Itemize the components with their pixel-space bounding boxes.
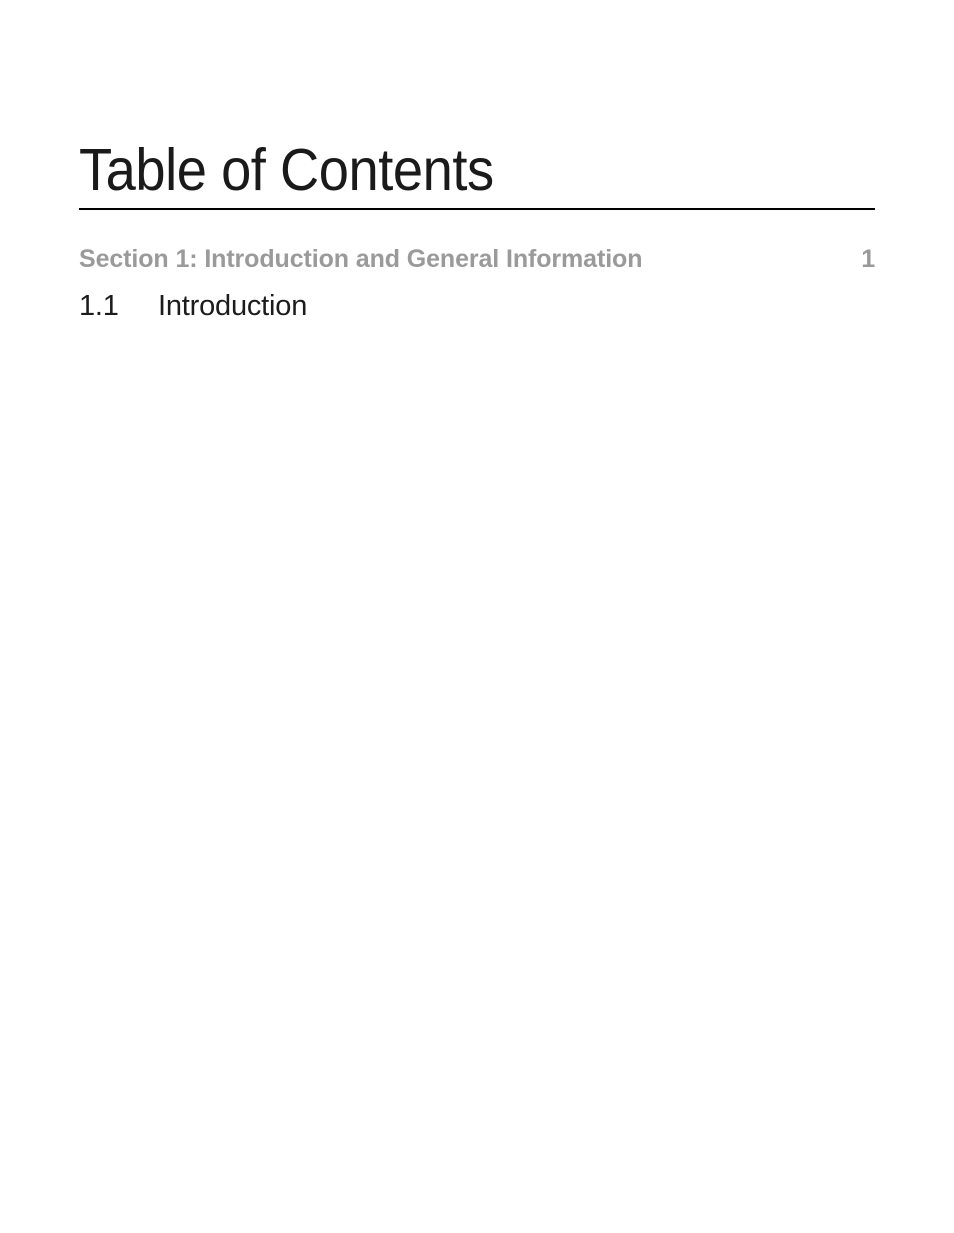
toc-section: Section 1: Introduction and General Info… — [79, 244, 954, 1233]
page-title: Table of Contents — [79, 137, 494, 203]
section-heading-page-number: 1 — [861, 245, 875, 274]
toc-entry-number: 1.1 — [79, 290, 119, 323]
toc-entry-label: Introduction — [158, 290, 308, 323]
toc-entry[interactable]: 1.1 Introduction 1 — [79, 286, 954, 1233]
toc-sections: Section 1: Introduction and General Info… — [79, 244, 954, 1233]
document-page: Table of Contents Section 1: Introductio… — [0, 0, 954, 1233]
section-heading-label: Section 1: Introduction and General Info… — [79, 245, 643, 274]
toc-entry-page-number: 1 — [323, 286, 954, 1233]
section-heading-row[interactable]: Section 1: Introduction and General Info… — [79, 244, 875, 274]
title-divider — [79, 208, 875, 211]
toc-entry-list: 1.1Introduction11.2Product Description21… — [79, 286, 954, 1233]
toc-content: Table of Contents Section 1: Introductio… — [79, 0, 954, 1233]
